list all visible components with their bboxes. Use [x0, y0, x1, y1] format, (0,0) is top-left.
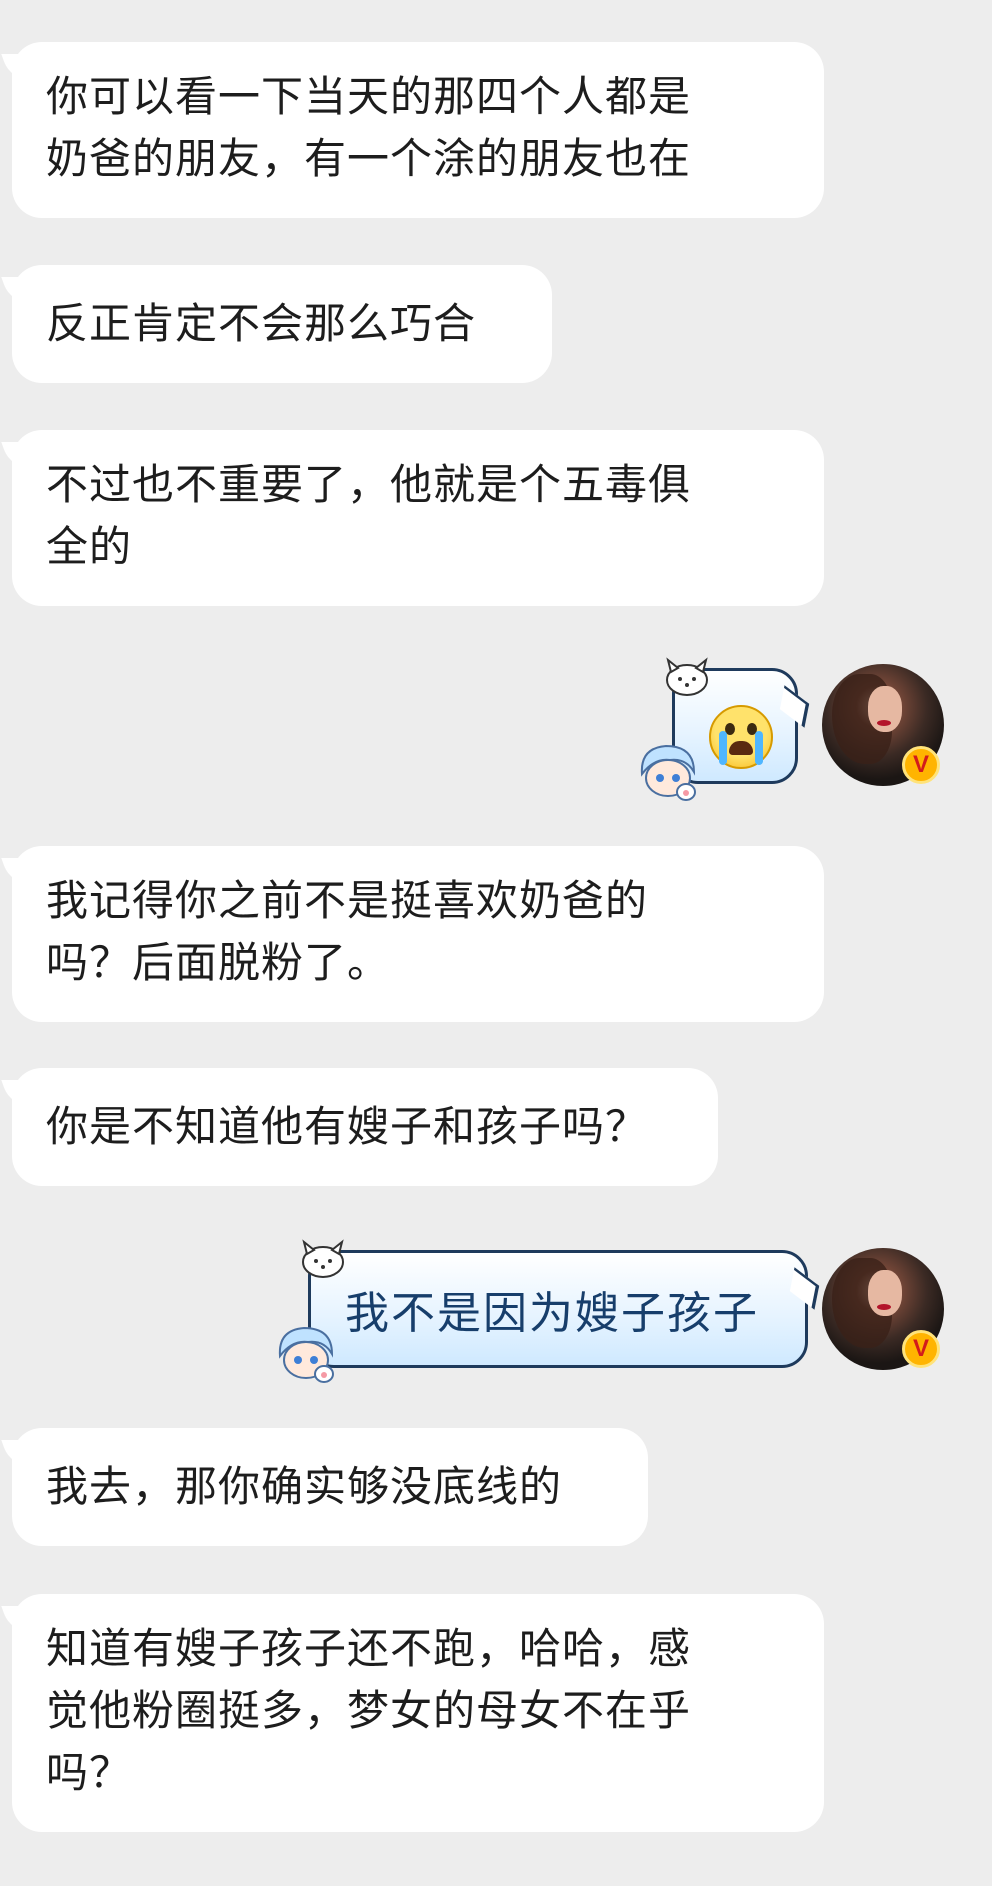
message-line: 奶爸的朋友，有一个涂的朋友也在 — [46, 134, 692, 183]
message-line: 知道有嫂子孩子还不跑，哈哈，感 — [46, 1624, 692, 1673]
message-line: 不过也不重要了，他就是个五毒俱 — [46, 460, 692, 509]
message-line: 吗？ — [46, 1748, 133, 1797]
verified-badge-icon: V — [902, 746, 940, 784]
incoming-message[interactable]: 反正肯定不会那么巧合 — [12, 265, 552, 383]
incoming-message[interactable]: 不过也不重要了，他就是个五毒俱 全的 — [12, 430, 824, 606]
chat-view: 你可以看一下当天的那四个人都是 奶爸的朋友，有一个涂的朋友也在 反正肯定不会那么… — [0, 0, 992, 1886]
outgoing-text-message[interactable]: 我不是因为嫂子孩子 — [308, 1250, 820, 1368]
message-line: 全的 — [46, 522, 133, 571]
anime-character-sticker-icon — [278, 1326, 334, 1383]
message-line: 你可以看一下当天的那四个人都是 — [46, 72, 692, 121]
crying-emoji-icon — [709, 705, 773, 769]
message-line: 反正肯定不会那么巧合 — [46, 299, 477, 348]
dog-sticker-icon — [302, 1239, 344, 1278]
user-avatar[interactable]: V — [822, 1248, 944, 1370]
incoming-message[interactable]: 你是不知道他有嫂子和孩子吗？ — [12, 1068, 718, 1186]
incoming-message[interactable]: 你可以看一下当天的那四个人都是 奶爸的朋友，有一个涂的朋友也在 — [12, 42, 824, 218]
bubble-tail — [779, 685, 810, 728]
message-line: 吗？后面脱粉了。 — [46, 938, 391, 987]
incoming-message[interactable]: 知道有嫂子孩子还不跑，哈哈，感 觉他粉圈挺多，梦女的母女不在乎 吗？ — [12, 1594, 824, 1832]
message-line: 你是不知道他有嫂子和孩子吗？ — [46, 1102, 649, 1151]
user-avatar[interactable]: V — [822, 664, 944, 786]
bubble-tail — [789, 1267, 820, 1310]
incoming-message[interactable]: 我记得你之前不是挺喜欢奶爸的 吗？后面脱粉了。 — [12, 846, 824, 1022]
verified-badge-icon: V — [902, 1330, 940, 1368]
incoming-message[interactable]: 我去，那你确实够没底线的 — [12, 1428, 648, 1546]
dog-sticker-icon — [666, 657, 708, 696]
message-line: 我去，那你确实够没底线的 — [46, 1462, 563, 1511]
message-line: 我记得你之前不是挺喜欢奶爸的 — [46, 876, 649, 925]
message-text: 我不是因为嫂子孩子 — [345, 1288, 759, 1339]
message-line: 觉他粉圈挺多，梦女的母女不在乎 — [46, 1686, 692, 1735]
anime-character-sticker-icon — [640, 744, 696, 801]
